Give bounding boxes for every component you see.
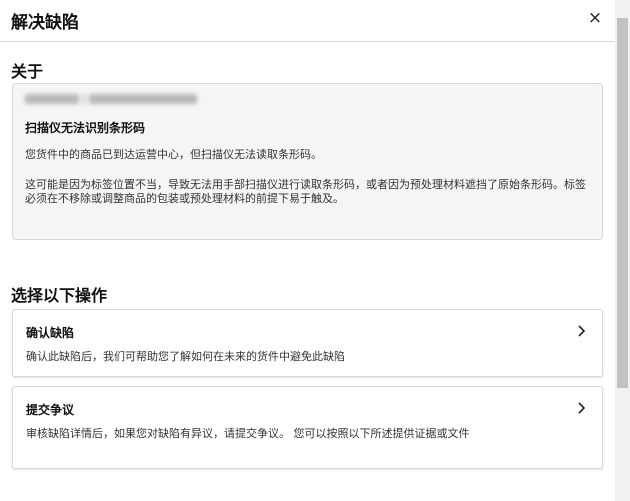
defect-title: 扫描仪无法识别条形码: [25, 121, 146, 135]
defect-explanation: 这可能是因为标签位置不当，导致无法用手部扫描仪进行读取条形码，或者因为预处理材料…: [25, 178, 586, 205]
confirm-defect-option[interactable]: 确认缺陷 确认此缺陷后，我们可帮助您了解如何在未来的货件中避免此缺陷: [12, 309, 603, 377]
defect-description: 您货件中的商品已到达运营中心，但扫描仪无法读取条形码。: [25, 148, 322, 161]
vertical-scrollbar[interactable]: [615, 0, 630, 501]
chevron-right-icon: [578, 402, 586, 414]
about-section-title: 关于: [11, 62, 44, 81]
scrollbar-thumb[interactable]: [617, 18, 628, 388]
about-panel: 扫描仪无法识别条形码 您货件中的商品已到达运营中心，但扫描仪无法读取条形码。 这…: [12, 83, 603, 240]
close-button[interactable]: ×: [585, 7, 605, 29]
actions-section-title: 选择以下操作: [11, 286, 108, 305]
dialog-header: 解决缺陷 ×: [0, 0, 615, 42]
option-title: 提交争议: [26, 403, 75, 417]
chevron-right-icon: [578, 325, 586, 337]
option-description: 确认此缺陷后，我们可帮助您了解如何在未来的货件中避免此缺陷: [26, 350, 345, 363]
redacted-id: [25, 92, 197, 106]
option-description: 审核缺陷详情后，如果您对缺陷有异议，请提交争议。 您可以按照以下所述提供证据或文…: [26, 427, 470, 440]
option-title: 确认缺陷: [26, 326, 75, 340]
dialog-title: 解决缺陷: [11, 13, 79, 33]
submit-dispute-option[interactable]: 提交争议 审核缺陷详情后，如果您对缺陷有异议，请提交争议。 您可以按照以下所述提…: [12, 386, 603, 469]
